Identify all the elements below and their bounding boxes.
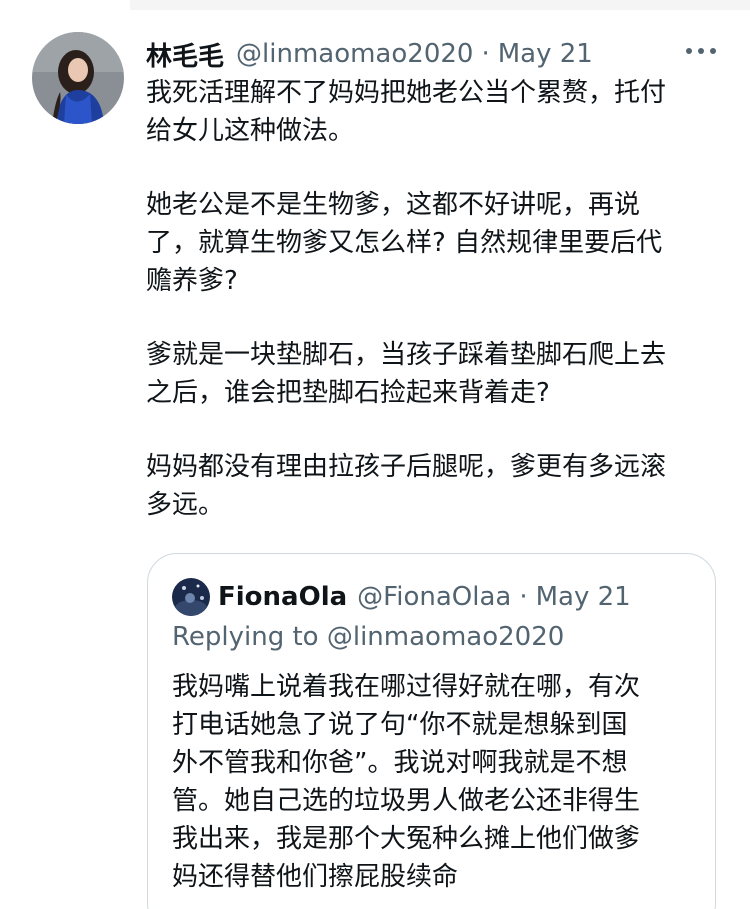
quoted-author-avatar <box>172 578 210 616</box>
top-strip <box>0 0 750 18</box>
quoted-tweet-header: FionaOla @FionaOlaa · May 21 <box>218 576 631 618</box>
author-display-name[interactable]: 林毛毛 <box>146 36 224 73</box>
previous-content-edge <box>130 0 750 10</box>
replying-to-label: Replying to @linmaomao2020 <box>172 622 565 652</box>
tweet-paragraph: 爹就是一块垫脚石，当孩子踩着垫脚石爬上去 之后，谁会把垫脚石捡起来背着走? <box>146 340 667 408</box>
tweet-paragraph: 她老公是不是生物爹，这都不好讲呢，再说 了，就算生物爹又怎么样? 自然规律里要后… <box>146 190 663 296</box>
quoted-avatar-image <box>172 578 210 616</box>
tweet-date[interactable]: May 21 <box>498 39 593 69</box>
quoted-author-display-name: FionaOla <box>218 582 348 612</box>
quoted-header-separator: · <box>519 582 528 612</box>
tweet-paragraph: 妈妈都没有理由拉孩子后腿呢，爹更有多远滚 多远。 <box>146 452 667 520</box>
tweet-paragraph: 我死活理解不了妈妈把她老公当个累赘，托付 给女儿这种做法。 <box>146 78 667 146</box>
quoted-author-handle: @FionaOlaa <box>357 582 512 612</box>
author-avatar[interactable] <box>32 32 124 124</box>
quoted-tweet-date: May 21 <box>535 582 631 612</box>
author-handle[interactable]: @linmaomao2020 <box>236 39 473 69</box>
more-button[interactable] <box>684 42 718 60</box>
quoted-tweet-text: 我妈嘴上说着我在哪过得好就在哪，有次 打电话她急了说了句“你不就是想躲到国 外不… <box>172 672 641 892</box>
more-icon <box>686 48 716 54</box>
header-separator: · <box>481 39 490 69</box>
quoted-tweet-card[interactable]: FionaOla @FionaOlaa · May 21 Replying to… <box>147 553 716 909</box>
tweet-text: 我死活理解不了妈妈把她老公当个累赘，托付 给女儿这种做法。 她老公是不是生物爹，… <box>146 74 726 560</box>
tweet-header: 林毛毛 @linmaomao2020 · May 21 <box>146 34 593 74</box>
author-avatar-image <box>32 32 124 124</box>
